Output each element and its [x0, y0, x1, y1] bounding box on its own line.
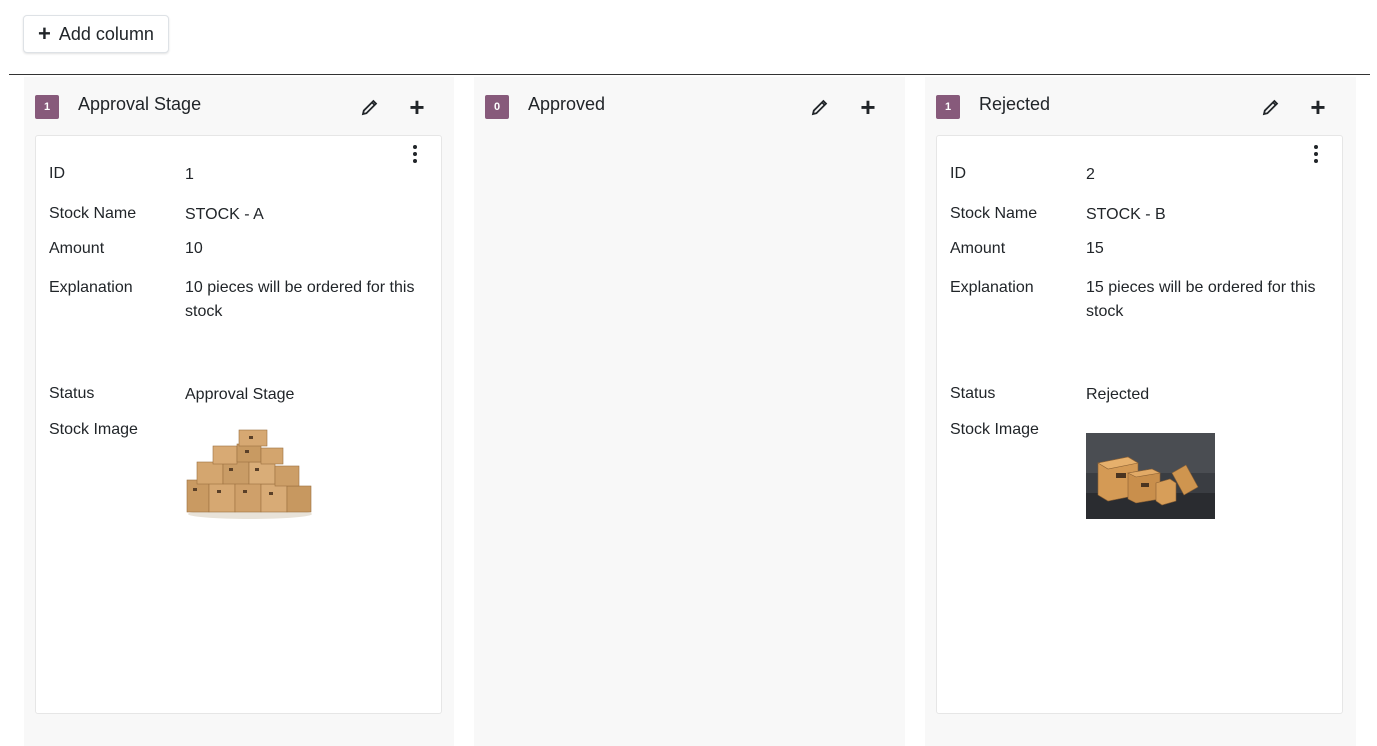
add-column-button[interactable]: + Add column — [23, 15, 169, 53]
amount-label: Amount — [49, 240, 105, 257]
cardboard-boxes-dark-background-image — [1086, 433, 1215, 519]
top-toolbar: + Add column — [0, 0, 1377, 75]
explanation-value: 10 pieces will be ordered for this stock — [185, 279, 415, 320]
kanban-column-rejected: 1 Rejected + ID 2 Stock Name STOCK - B A… — [925, 77, 1356, 746]
edit-column-button[interactable] — [354, 91, 386, 123]
id-label: ID — [950, 165, 966, 182]
plus-icon: + — [860, 92, 876, 122]
column-header: 0 Approved + — [474, 77, 905, 135]
status-label: Status — [950, 385, 996, 402]
amount-value: 15 — [1086, 240, 1104, 257]
amount-value: 10 — [185, 240, 203, 257]
kanban-column-approval-stage: 1 Approval Stage + ID 1 Stock Name STOCK… — [24, 77, 454, 746]
kanban-card[interactable]: ID 2 Stock Name STOCK - B Amount 15 Expl… — [936, 135, 1343, 714]
stock-name-value: STOCK - B — [1086, 206, 1166, 223]
add-column-label: Add column — [58, 23, 154, 44]
plus-icon: + — [409, 92, 425, 122]
edit-column-button[interactable] — [804, 91, 836, 123]
add-card-button[interactable]: + — [1302, 91, 1334, 123]
edit-column-button[interactable] — [1255, 91, 1287, 123]
kanban-card[interactable]: ID 1 Stock Name STOCK - A Amount 10 Expl… — [35, 135, 442, 714]
cardboard-box-pile-image — [186, 429, 312, 519]
stock-image-label: Stock Image — [950, 421, 1039, 438]
pencil-icon — [361, 99, 378, 116]
status-value: Rejected — [1086, 386, 1150, 403]
pencil-icon — [1262, 99, 1279, 116]
toolbar-divider — [9, 74, 1370, 75]
pencil-icon — [811, 99, 828, 116]
stock-name-value: STOCK - A — [185, 206, 264, 223]
column-count-badge: 1 — [35, 95, 59, 119]
status-value: Approval Stage — [185, 386, 295, 403]
explanation-label: Explanation — [950, 279, 1034, 296]
plus-icon: + — [1310, 92, 1326, 122]
amount-label: Amount — [950, 240, 1006, 257]
explanation-value: 15 pieces will be ordered for this stock — [1086, 279, 1316, 320]
id-value: 1 — [185, 166, 194, 183]
column-title: Approval Stage — [78, 94, 202, 114]
column-header: 1 Rejected + — [925, 77, 1356, 135]
stock-name-label: Stock Name — [49, 205, 137, 222]
add-card-button[interactable]: + — [852, 91, 884, 123]
column-title: Rejected — [979, 94, 1051, 114]
explanation-label: Explanation — [49, 279, 133, 296]
kanban-column-approved: 0 Approved + — [474, 77, 905, 746]
column-title: Approved — [528, 94, 606, 114]
stock-name-label: Stock Name — [950, 205, 1038, 222]
plus-icon: + — [38, 21, 51, 46]
status-label: Status — [49, 385, 95, 402]
stock-image-label: Stock Image — [49, 421, 138, 438]
column-count-badge: 1 — [936, 95, 960, 119]
add-card-button[interactable]: + — [401, 91, 433, 123]
column-header: 1 Approval Stage + — [24, 77, 454, 135]
column-count-badge: 0 — [485, 95, 509, 119]
id-value: 2 — [1086, 166, 1095, 183]
id-label: ID — [49, 165, 65, 182]
